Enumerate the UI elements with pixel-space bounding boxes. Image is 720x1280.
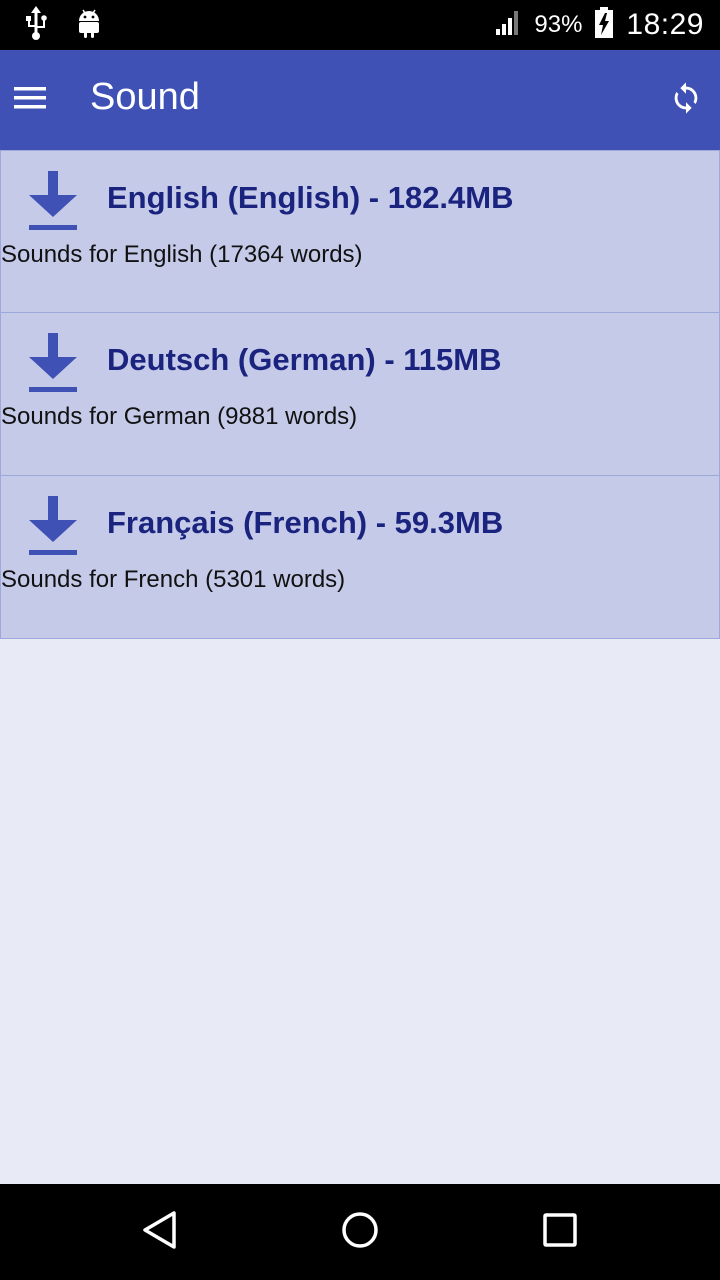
hamburger-menu-icon (14, 86, 46, 114)
sync-button[interactable] (664, 78, 708, 122)
item-subtitle: Sounds for French (5301 words) (1, 566, 346, 593)
navigation-bar (0, 1184, 720, 1280)
clock: 18:29 (626, 8, 704, 41)
item-subtitle: Sounds for German (9881 words) (1, 403, 358, 430)
item-subtitle: Sounds for English (17364 words) (1, 241, 363, 268)
usb-icon (22, 6, 50, 44)
status-system: 93% 18:29 (494, 0, 704, 50)
item-title: English (English) - 182.4MB (107, 180, 514, 215)
item-title: Français (French) - 59.3MB (107, 505, 504, 540)
status-notifications (22, 6, 102, 44)
download-icon[interactable] (25, 169, 81, 233)
item-title: Deutsch (German) - 115MB (107, 342, 502, 377)
back-button[interactable] (136, 1208, 184, 1256)
sync-icon (669, 81, 703, 119)
list-item[interactable]: English (English) - 182.4MB Sounds for E… (0, 150, 720, 313)
back-icon (140, 1210, 180, 1254)
home-button[interactable] (336, 1208, 384, 1256)
battery-percent: 93% (534, 11, 583, 38)
sound-list: English (English) - 182.4MB Sounds for E… (0, 150, 720, 639)
menu-button[interactable] (10, 80, 50, 120)
list-item[interactable]: Français (French) - 59.3MB Sounds for Fr… (0, 476, 720, 639)
signal-icon (494, 9, 522, 41)
app-bar: Sound (0, 50, 720, 150)
home-icon (340, 1210, 380, 1254)
download-icon[interactable] (25, 331, 81, 395)
list-item[interactable]: Deutsch (German) - 115MB Sounds for Germ… (0, 313, 720, 476)
recents-button[interactable] (536, 1208, 584, 1256)
battery-charging-icon (594, 7, 614, 43)
recents-icon (540, 1210, 580, 1254)
status-bar: 93% 18:29 (0, 0, 720, 50)
page-title: Sound (90, 76, 200, 118)
download-icon[interactable] (25, 494, 81, 558)
android-icon (76, 7, 102, 43)
